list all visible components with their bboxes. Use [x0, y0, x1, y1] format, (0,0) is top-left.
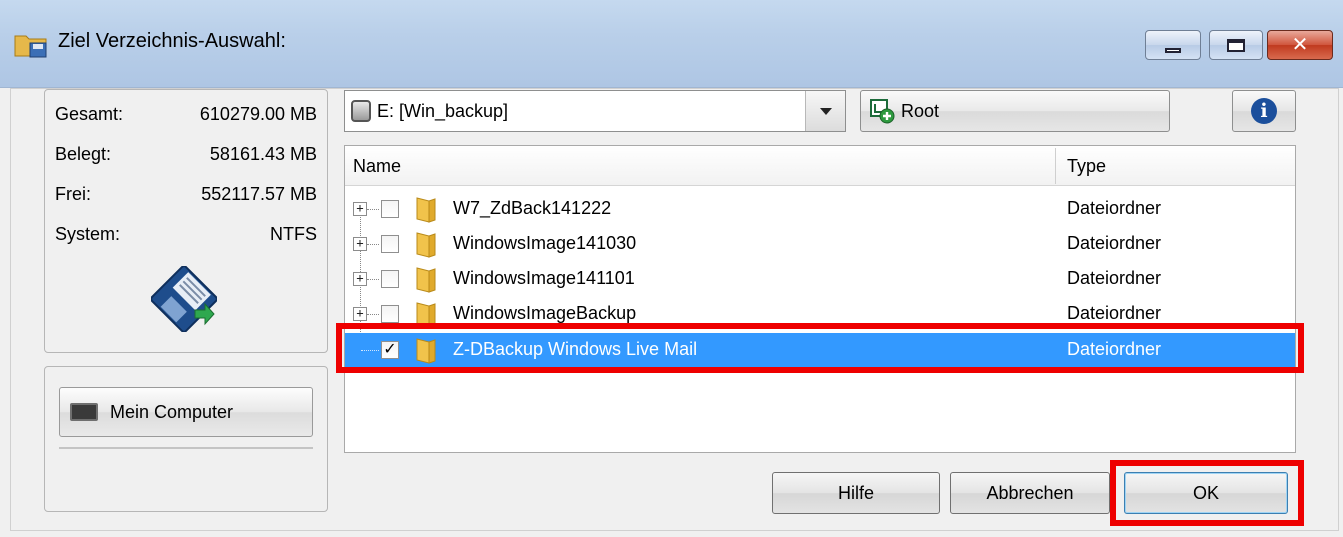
- tree-connector: [367, 209, 379, 210]
- dialog-window: Ziel Verzeichnis-Auswahl: ✕ Gesamt: 6102…: [0, 0, 1343, 537]
- drive-info-panel: Gesamt: 610279.00 MB Belegt: 58161.43 MB…: [44, 89, 328, 353]
- highlight-frame-selected-row: [336, 323, 1304, 373]
- window-title: Ziel Verzeichnis-Auswahl:: [58, 30, 286, 52]
- drive-free-label: Frei:: [55, 184, 91, 204]
- folder-name: WindowsImage141030: [453, 233, 637, 253]
- location-panel-divider: [59, 447, 313, 449]
- chevron-down-icon: [819, 107, 832, 115]
- folder-type: Dateiordner: [1067, 268, 1162, 288]
- folder-row[interactable]: + WindowsImage141030 Dateiordner: [345, 227, 1295, 261]
- highlight-frame-ok-button: [1110, 460, 1304, 526]
- folder-icon: [416, 197, 436, 223]
- help-button[interactable]: Hilfe: [772, 472, 940, 514]
- folder-checkbox[interactable]: [381, 200, 399, 218]
- maximize-icon: [1227, 38, 1245, 52]
- drive-dropdown-value: E: [Win_backup]: [377, 100, 509, 121]
- my-computer-button[interactable]: Mein Computer: [59, 387, 313, 437]
- folder-icon: [416, 267, 436, 293]
- folder-save-icon: [14, 35, 47, 58]
- drive-total-row: Gesamt: 610279.00 MB: [55, 104, 317, 134]
- column-divider[interactable]: [1055, 148, 1056, 184]
- folder-icon: [416, 232, 436, 258]
- folder-tree[interactable]: Name Type + W7_ZdBack141222 Dateiordner …: [344, 145, 1296, 453]
- drive-dropdown[interactable]: E: [Win_backup]: [344, 90, 846, 132]
- drive-total-value: 610279.00 MB: [199, 104, 317, 124]
- drive-filesystem-label: System:: [55, 224, 121, 244]
- minimize-button[interactable]: [1145, 30, 1201, 60]
- minimize-icon: [1165, 47, 1181, 53]
- tree-connector: [367, 279, 379, 280]
- tree-connector: [367, 244, 379, 245]
- expand-icon[interactable]: +: [353, 237, 367, 251]
- folder-name: WindowsImageBackup: [453, 303, 637, 323]
- cancel-button[interactable]: Abbrechen: [950, 472, 1110, 514]
- drive-filesystem-value: NTFS: [270, 224, 317, 244]
- folder-type: Dateiordner: [1067, 303, 1162, 323]
- close-icon: ✕: [1291, 34, 1309, 56]
- root-button-label: Root: [901, 100, 940, 121]
- computer-icon: [70, 403, 98, 421]
- dropdown-arrow-button[interactable]: [805, 91, 845, 131]
- expand-icon[interactable]: +: [353, 307, 367, 321]
- folder-checkbox[interactable]: [381, 305, 399, 323]
- my-computer-label: Mein Computer: [110, 401, 234, 422]
- column-header-name[interactable]: Name: [353, 156, 401, 177]
- drive-free-value: 552117.57 MB: [201, 184, 317, 204]
- folder-checkbox[interactable]: [381, 270, 399, 288]
- close-button[interactable]: ✕: [1267, 30, 1333, 60]
- folder-tree-header: Name Type: [345, 146, 1295, 186]
- drive-filesystem-row: System: NTFS: [55, 224, 317, 254]
- maximize-button[interactable]: [1209, 30, 1263, 60]
- expand-icon[interactable]: +: [353, 272, 367, 286]
- drive-used-value: 58161.43 MB: [209, 144, 317, 164]
- location-panel: Mein Computer: [44, 366, 328, 512]
- tree-connector: [367, 314, 379, 315]
- floppy-disk-icon: [151, 266, 217, 332]
- folder-checkbox[interactable]: [381, 235, 399, 253]
- folder-name: WindowsImage141101: [453, 268, 635, 288]
- drive-total-label: Gesamt:: [55, 104, 124, 124]
- title-bar[interactable]: Ziel Verzeichnis-Auswahl: ✕: [0, 0, 1343, 88]
- info-icon: i: [1251, 98, 1277, 124]
- root-button[interactable]: Root: [860, 90, 1170, 132]
- drive-icon: [351, 100, 371, 122]
- info-button[interactable]: i: [1232, 90, 1296, 132]
- folder-name: W7_ZdBack141222: [453, 198, 612, 218]
- folder-row[interactable]: + W7_ZdBack141222 Dateiordner: [345, 192, 1295, 226]
- drive-free-row: Frei: 552117.57 MB: [55, 184, 317, 214]
- folder-type: Dateiordner: [1067, 233, 1162, 253]
- root-add-icon: [870, 99, 895, 124]
- drive-used-label: Belegt:: [55, 144, 112, 164]
- folder-row[interactable]: + WindowsImage141101 Dateiordner: [345, 262, 1295, 296]
- folder-type: Dateiordner: [1067, 198, 1162, 218]
- expand-icon[interactable]: +: [353, 202, 367, 216]
- column-header-type[interactable]: Type: [1067, 156, 1106, 177]
- drive-used-row: Belegt: 58161.43 MB: [55, 144, 317, 174]
